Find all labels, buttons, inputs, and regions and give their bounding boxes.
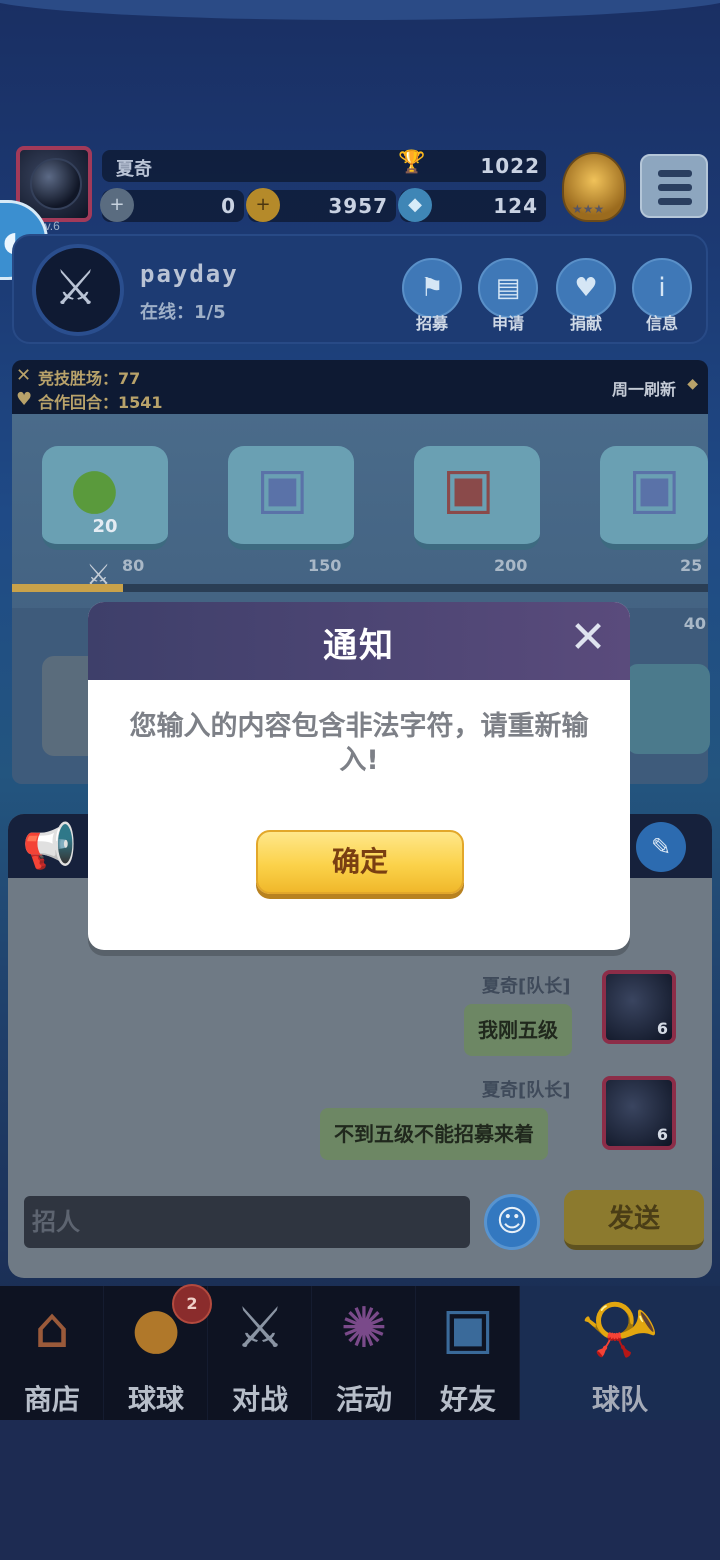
- dialog-message: 您输入的内容包含非法字符，请重新输入!: [129, 711, 589, 776]
- close-icon[interactable]: ✕: [564, 614, 612, 662]
- dialog-header: 通知 ✕: [88, 602, 630, 680]
- dialog-title: 通知: [323, 626, 395, 666]
- notice-dialog: 通知 ✕ 您输入的内容包含非法字符，请重新输入! 确定: [88, 602, 630, 950]
- confirm-button[interactable]: 确定: [256, 830, 464, 894]
